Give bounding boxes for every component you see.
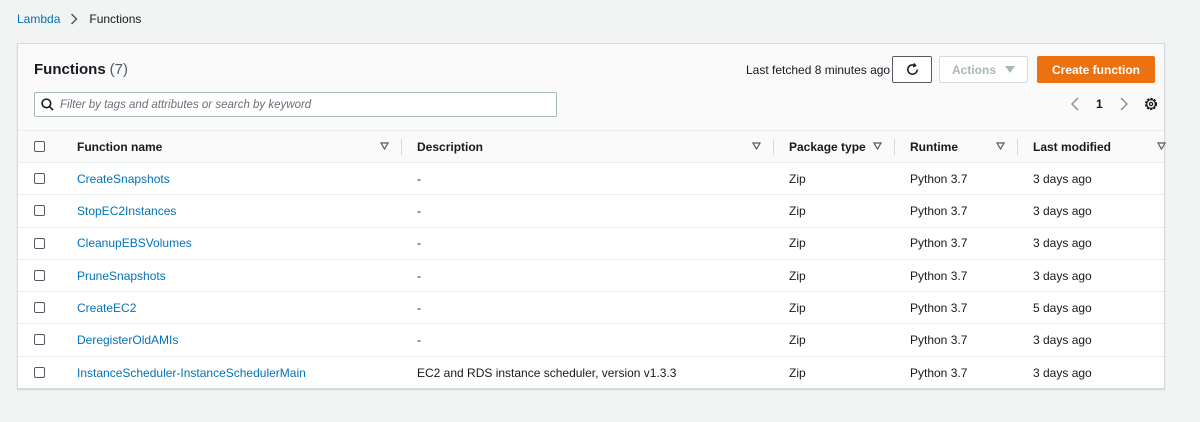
function-name-link[interactable]: StopEC2Instances (77, 195, 176, 226)
search-input[interactable] (60, 93, 556, 116)
breadcrumb-lambda-link[interactable]: Lambda (17, 12, 60, 26)
function-name-link[interactable]: InstanceScheduler-InstanceSchedulerMain (77, 357, 306, 389)
function-description: - (417, 203, 421, 218)
table-body: CreateSnapshots - Zip Python 3.7 3 days … (18, 163, 1164, 389)
panel-header: Functions (7) Last fetched 8 minutes ago … (18, 44, 1164, 131)
column-divider[interactable] (773, 139, 774, 155)
functions-panel: Functions (7) Last fetched 8 minutes ago … (17, 43, 1166, 389)
chevron-right-icon (70, 12, 80, 26)
package-type: Zip (789, 203, 806, 218)
row-checkbox[interactable] (34, 205, 45, 217)
column-divider[interactable] (1017, 139, 1018, 155)
last-modified: 3 days ago (1033, 236, 1092, 251)
column-header-runtime[interactable]: Runtime (910, 131, 958, 162)
sort-caret-icon[interactable] (873, 142, 882, 150)
column-header-package-type[interactable]: Package type (789, 131, 866, 162)
sort-caret-icon[interactable] (380, 142, 389, 150)
panel-title-text: Functions (34, 61, 106, 78)
table-row: StopEC2Instances - Zip Python 3.7 3 days… (18, 195, 1164, 228)
function-description: - (417, 333, 421, 348)
function-name-link[interactable]: CleanupEBSVolumes (77, 228, 192, 259)
function-name-link[interactable]: DeregisterOldAMIs (77, 324, 178, 355)
column-label: Runtime (910, 139, 958, 154)
table-row: DeregisterOldAMIs - Zip Python 3.7 3 day… (18, 324, 1164, 357)
last-fetched-text: Last fetched 8 minutes ago (746, 63, 891, 77)
function-description: - (417, 268, 421, 283)
column-header-last-modified[interactable]: Last modified (1033, 131, 1111, 162)
row-checkbox[interactable] (34, 173, 45, 184)
function-description: - (417, 300, 421, 315)
refresh-button[interactable] (892, 56, 932, 83)
function-name-link[interactable]: CreateSnapshots (77, 163, 170, 194)
sort-caret-icon[interactable] (996, 142, 1005, 150)
function-name-link[interactable]: PruneSnapshots (77, 260, 166, 291)
column-divider[interactable] (894, 139, 895, 155)
package-type: Zip (789, 300, 806, 315)
search-box (34, 92, 557, 117)
runtime: Python 3.7 (910, 236, 968, 251)
last-modified: 3 days ago (1033, 333, 1092, 348)
last-modified: 3 days ago (1033, 268, 1092, 283)
function-description: - (417, 171, 421, 186)
row-checkbox[interactable] (34, 269, 45, 281)
create-function-button[interactable]: Create function (1037, 56, 1155, 83)
column-divider[interactable] (401, 139, 402, 155)
package-type: Zip (789, 268, 806, 283)
package-type: Zip (789, 365, 806, 380)
package-type: Zip (789, 171, 806, 186)
column-header-function-name[interactable]: Function name (77, 131, 162, 162)
row-checkbox[interactable] (34, 334, 45, 346)
table-row: InstanceScheduler-InstanceSchedulerMain … (18, 357, 1164, 389)
pagination: 1 (1068, 95, 1131, 113)
column-label: Last modified (1033, 139, 1112, 154)
sort-caret-icon[interactable] (1157, 142, 1166, 150)
search-icon (41, 98, 54, 111)
caret-down-icon (1005, 66, 1015, 73)
row-checkbox[interactable] (34, 237, 45, 249)
runtime: Python 3.7 (910, 300, 968, 315)
column-label: Package type (789, 139, 866, 154)
previous-page-icon[interactable] (1068, 95, 1082, 113)
last-modified: 3 days ago (1033, 171, 1092, 186)
runtime: Python 3.7 (910, 203, 968, 218)
table-header: Function name Description Package type R… (18, 131, 1166, 163)
column-header-description[interactable]: Description (417, 131, 483, 162)
page-title: Functions (7) (34, 61, 128, 78)
runtime: Python 3.7 (910, 365, 968, 380)
sort-caret-icon[interactable] (752, 142, 761, 150)
runtime: Python 3.7 (910, 268, 968, 283)
row-checkbox[interactable] (34, 302, 45, 314)
last-modified: 3 days ago (1033, 365, 1092, 380)
package-type: Zip (789, 333, 806, 348)
column-label: Function name (77, 139, 163, 154)
breadcrumb-current: Functions (89, 12, 142, 26)
create-function-label: Create function (1051, 62, 1140, 77)
next-page-icon[interactable] (1117, 95, 1131, 113)
gear-icon[interactable] (1143, 96, 1159, 112)
table-row: CreateSnapshots - Zip Python 3.7 3 days … (18, 163, 1164, 196)
function-count: (7) (109, 61, 129, 78)
row-checkbox[interactable] (34, 366, 45, 378)
last-modified: 5 days ago (1033, 300, 1092, 315)
table-row: CleanupEBSVolumes - Zip Python 3.7 3 day… (18, 228, 1164, 260)
page-number[interactable]: 1 (1096, 97, 1103, 111)
refresh-icon (906, 62, 918, 75)
actions-dropdown-button[interactable]: Actions (939, 56, 1028, 83)
runtime: Python 3.7 (910, 333, 968, 348)
function-name-link[interactable]: CreateEC2 (77, 292, 136, 323)
breadcrumb: Lambda Functions (17, 12, 141, 26)
runtime: Python 3.7 (910, 171, 968, 186)
package-type: Zip (789, 236, 806, 251)
last-modified: 3 days ago (1033, 203, 1092, 218)
actions-label: Actions (951, 62, 996, 77)
functions-table: Function name Description Package type R… (18, 131, 1166, 389)
function-description: EC2 and RDS instance scheduler, version … (417, 365, 677, 380)
select-all-checkbox[interactable] (34, 141, 45, 152)
table-row: CreateEC2 - Zip Python 3.7 5 days ago (18, 292, 1164, 325)
column-label: Description (417, 139, 484, 154)
table-row: PruneSnapshots - Zip Python 3.7 3 days a… (18, 260, 1164, 293)
function-description: - (417, 236, 421, 251)
